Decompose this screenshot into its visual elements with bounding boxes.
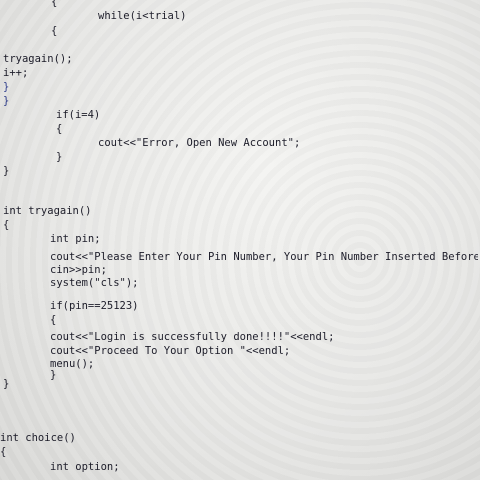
- code-line: {: [51, 0, 58, 8]
- code-line: int pin;: [50, 233, 101, 245]
- code-line: while(i<trial): [98, 10, 187, 22]
- code-line: cout<<"Please Enter Your Pin Number, You…: [50, 251, 478, 263]
- code-line: {: [50, 314, 57, 326]
- code-line: tryagain();: [3, 53, 73, 65]
- code-line: menu();: [50, 358, 95, 370]
- code-line: if(pin==25123): [50, 300, 139, 312]
- code-line: int choice(): [0, 432, 76, 444]
- code-line: }: [3, 95, 10, 107]
- code-line: if(i=4): [56, 109, 101, 121]
- code-line: int tryagain(): [3, 205, 92, 217]
- code-line: cin>>pin;: [50, 264, 107, 276]
- code-screenshot: { while(i<trial) { tryagain(); i++; } } …: [0, 0, 480, 480]
- code-line: {: [0, 446, 7, 458]
- code-line: }: [56, 151, 63, 163]
- code-line: {: [56, 123, 63, 135]
- code-line: }: [3, 165, 10, 177]
- code-line: system("cls");: [50, 277, 139, 289]
- code-line: cout<<"Proceed To Your Option "<<endl;: [50, 345, 291, 357]
- code-line: i++;: [3, 67, 29, 79]
- code-line: }: [3, 81, 10, 93]
- code-line: cout<<"Login is successfully done!!!!"<<…: [50, 331, 335, 343]
- code-line: {: [51, 25, 58, 37]
- code-line: }: [50, 369, 57, 381]
- code-line: {: [3, 219, 10, 231]
- code-line: cout<<"Error, Open New Account";: [98, 137, 301, 149]
- code-line: int option;: [50, 461, 120, 473]
- code-line: }: [3, 378, 10, 390]
